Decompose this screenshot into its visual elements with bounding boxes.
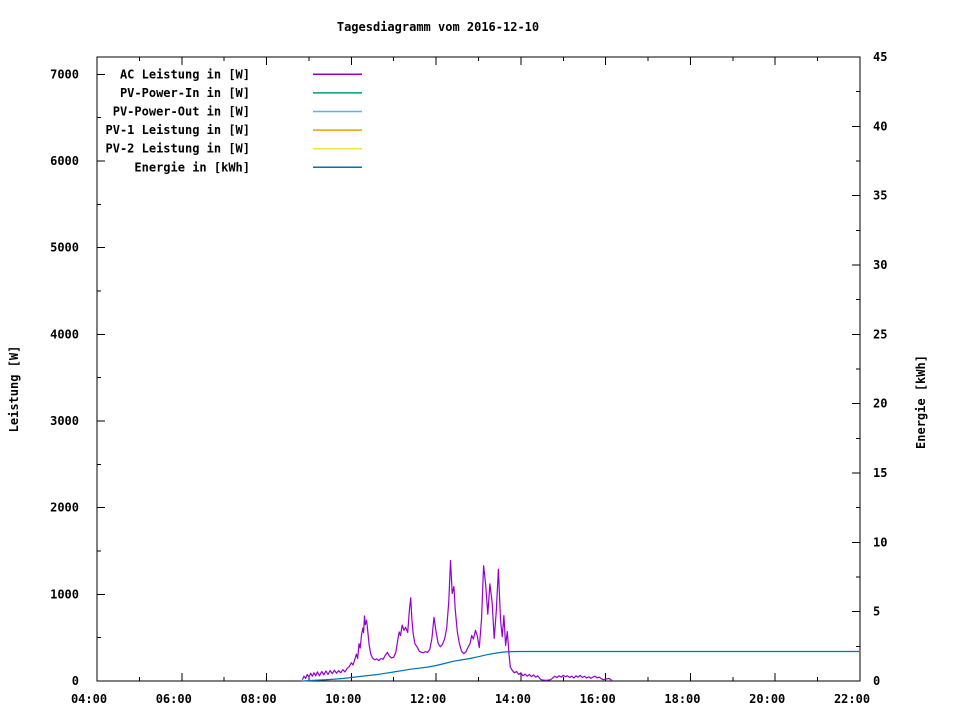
y-left-tick-label: 0	[72, 674, 79, 688]
y-right-tick-label: 5	[873, 605, 880, 619]
y-left-tick-label: 1000	[50, 587, 79, 601]
x-tick-label: 16:00	[580, 692, 616, 706]
y-left-tick-label: 5000	[50, 241, 79, 255]
x-tick-label: 04:00	[71, 692, 107, 706]
y-right-tick-label: 25	[873, 327, 887, 341]
y-right-tick-label: 45	[873, 50, 887, 64]
y-left-tick-label: 7000	[50, 67, 79, 81]
x-tick-label: 22:00	[834, 692, 870, 706]
legend-label: PV-1 Leistung in [W]	[106, 123, 251, 137]
y-right-tick-label: 0	[873, 674, 880, 688]
y-right-tick-label: 15	[873, 466, 887, 480]
y-right-tick-label: 30	[873, 258, 887, 272]
x-tick-label: 10:00	[325, 692, 361, 706]
y-right-tick-label: 20	[873, 397, 887, 411]
x-tick-label: 20:00	[749, 692, 785, 706]
gnuplot-chart-image: 04:00 06:00 08:00 10:00 12:00 14:00 16:00 18:00…	[0, 0, 960, 720]
x-tick-label: 14:00	[495, 692, 531, 706]
y-left-tick-label: 3000	[50, 414, 79, 428]
legend-label: AC Leistung in [W]	[120, 67, 250, 81]
y-left-tick-label: 4000	[50, 327, 79, 341]
x-tick-label: 06:00	[156, 692, 192, 706]
chart: 04:00 06:00 08:00 10:00 12:00 14:00 16:00 18:00…	[7, 20, 928, 706]
legend-label: PV-Power-In in [W]	[120, 86, 250, 100]
legend-label: Energie in [kWh]	[134, 160, 250, 174]
y-right-tick-label: 10	[873, 535, 887, 549]
x-tick-label: 12:00	[410, 692, 446, 706]
legend-label: PV-2 Leistung in [W]	[106, 142, 251, 156]
x-tick-label: 08:00	[240, 692, 276, 706]
y-left-tick-label: 6000	[50, 154, 79, 168]
chart-title: Tagesdiagramm vom 2016-12-10	[337, 20, 539, 34]
y-axis-label-right: Energie [kWh]	[914, 355, 928, 449]
y-axis-label-left: Leistung [W]	[7, 346, 21, 433]
y-right-tick-label: 35	[873, 189, 887, 203]
legend-label: PV-Power-Out in [W]	[113, 105, 250, 119]
ac-leistung-line	[302, 559, 613, 682]
y-left-tick-label: 2000	[50, 501, 79, 515]
y-right-tick-label: 40	[873, 119, 887, 133]
x-tick-label: 18:00	[664, 692, 700, 706]
